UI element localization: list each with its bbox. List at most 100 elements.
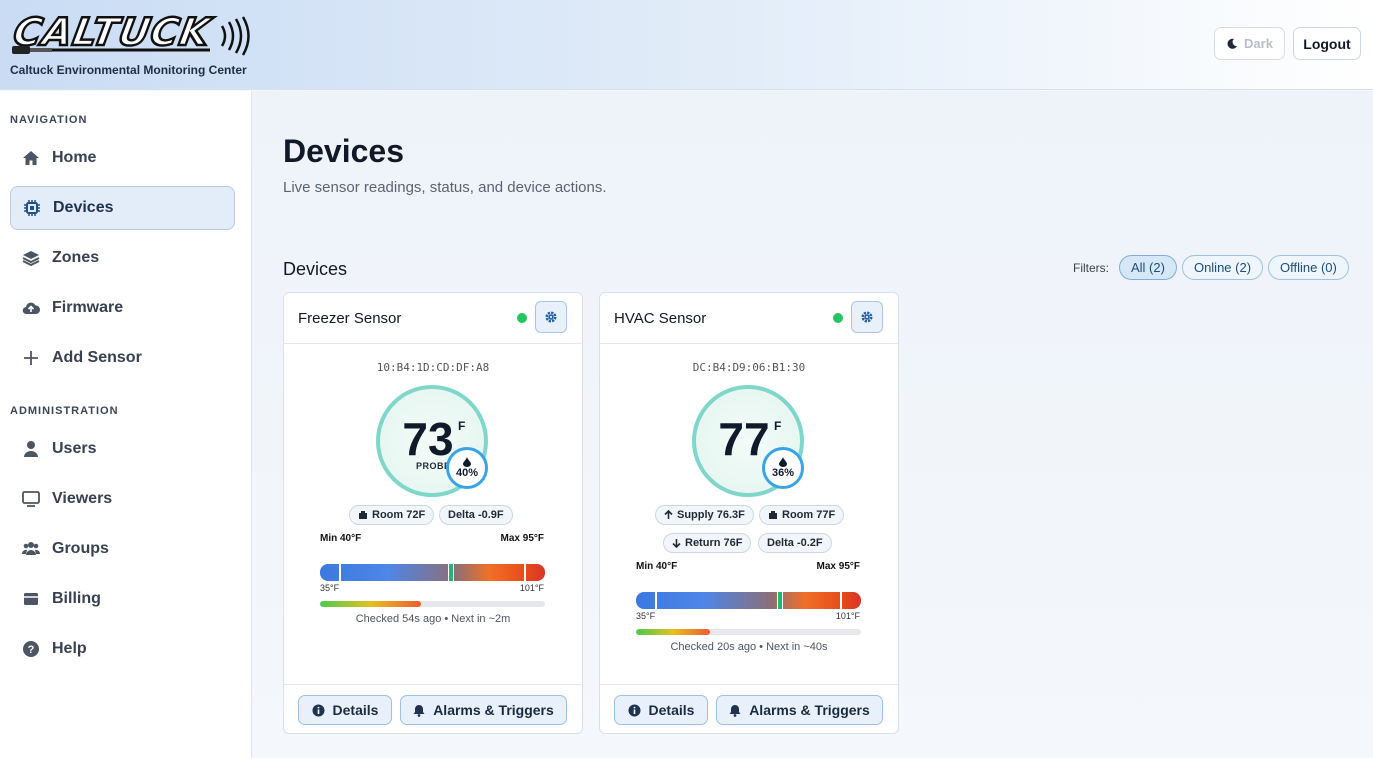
arrow-down-icon [672, 539, 681, 548]
sidebar-item-devices[interactable]: Devices [10, 186, 235, 230]
device-settings-button[interactable] [535, 301, 567, 333]
sidebar-item-users[interactable]: Users [10, 427, 235, 471]
svg-text:?: ? [28, 644, 35, 656]
sidebar-item-label: Help [52, 640, 87, 657]
device-name: Freezer Sensor [298, 310, 402, 327]
sidebar-item-label: Users [52, 440, 97, 457]
poll-progress-bar [636, 629, 861, 635]
sidebar-item-label: Devices [53, 199, 114, 216]
sidebar-item-label: Home [52, 149, 97, 166]
device-card-freezer: Freezer Sensor 10:B4:1D:CD:DF:A8 73 F PR… [283, 292, 583, 734]
alarms-triggers-button[interactable]: Alarms & Triggers [400, 695, 567, 725]
pill-text: Delta -0.2F [767, 537, 823, 549]
pill-text: Delta -0.9F [448, 509, 504, 521]
alarms-label: Alarms & Triggers [433, 702, 554, 718]
card-header: HVAC Sensor [600, 293, 898, 344]
max-label: Max 95°F [816, 561, 860, 572]
chip-icon [23, 199, 41, 217]
sidebar-item-add-sensor[interactable]: Add Sensor [10, 336, 235, 380]
page-subtitle: Live sensor readings, status, and device… [283, 179, 607, 196]
temperature-unit: F [774, 419, 782, 433]
alarms-triggers-button[interactable]: Alarms & Triggers [716, 695, 883, 725]
gear-icon [861, 311, 873, 323]
pill-text: Room 72F [372, 509, 426, 521]
temperature-unit: F [458, 419, 466, 433]
return-temp-pill: Return 76F [663, 533, 752, 553]
droplet-icon [779, 457, 787, 467]
pill-text: Return 76F [685, 537, 743, 549]
dark-mode-button[interactable]: Dark [1214, 27, 1285, 60]
humidity-badge: 40% [446, 447, 488, 489]
current-marker [448, 564, 454, 581]
device-mac: 10:B4:1D:CD:DF:A8 [376, 361, 490, 374]
min-label: Min 40°F [320, 533, 362, 544]
poll-progress-fill [636, 629, 711, 635]
filter-all-chip[interactable]: All (2) [1119, 255, 1177, 280]
device-card-hvac: HVAC Sensor DC:B4:D9:06:B1:30 77 F 36% S… [599, 292, 899, 734]
sidebar-item-zones[interactable]: Zones [10, 236, 235, 280]
app-header: CALTUCK Caltuck Environmental Monitoring… [0, 0, 1373, 90]
bell-icon [413, 704, 425, 717]
scale-max-label: 101°F [835, 611, 860, 621]
details-button[interactable]: Details [614, 695, 708, 725]
delta-pill: Delta -0.9F [439, 505, 513, 525]
scale-min-label: 35°F [636, 611, 656, 621]
details-label: Details [332, 702, 379, 718]
checked-status: Checked 54s ago • Next in ~2m [355, 613, 511, 625]
max-label: Max 95°F [500, 533, 544, 544]
humidity-value: 36% [771, 467, 795, 479]
droplet-icon [463, 457, 471, 467]
signal-waves-icon [220, 16, 250, 56]
details-button[interactable]: Details [298, 695, 392, 725]
cable-icon [12, 46, 210, 54]
alarms-label: Alarms & Triggers [749, 702, 870, 718]
min-marker [655, 592, 657, 609]
temperature-range-bar [320, 564, 545, 581]
sidebar-item-label: Zones [52, 249, 100, 266]
sidebar-item-home[interactable]: Home [10, 136, 235, 180]
card-footer: Details Alarms & Triggers [284, 684, 582, 735]
min-label: Min 40°F [636, 561, 678, 572]
building-icon [359, 511, 367, 519]
card-footer: Details Alarms & Triggers [600, 684, 898, 735]
bell-icon [729, 704, 741, 717]
online-status-dot [517, 313, 527, 323]
sidebar-item-billing[interactable]: Billing [10, 577, 235, 621]
temperature-gauge: 77 F 36% [692, 385, 804, 497]
building-icon [769, 511, 777, 519]
gear-icon [545, 311, 557, 323]
user-icon [22, 440, 40, 458]
dark-mode-label: Dark [1244, 36, 1273, 51]
device-settings-button[interactable] [851, 301, 883, 333]
filters-label: Filters: [1073, 260, 1109, 275]
sidebar-item-help[interactable]: ? Help [10, 627, 235, 671]
temperature-range-bar [636, 592, 861, 609]
home-icon [22, 149, 40, 167]
temperature-gauge: 73 F PROBE 40% [376, 385, 488, 497]
poll-progress-fill [320, 601, 422, 607]
filter-online-chip[interactable]: Online (2) [1181, 255, 1264, 280]
pill-text: Supply 76.3F [677, 509, 745, 521]
billing-icon [22, 590, 40, 608]
sidebar-item-groups[interactable]: Groups [10, 527, 235, 571]
online-status-dot [833, 313, 843, 323]
device-mac: DC:B4:D9:06:B1:30 [692, 361, 806, 374]
main-content: Devices Live sensor readings, status, an… [252, 91, 1373, 758]
page-title: Devices [283, 133, 404, 169]
filter-offline-chip[interactable]: Offline (0) [1268, 255, 1349, 280]
logout-button[interactable]: Logout [1293, 27, 1361, 60]
sidebar: NAVIGATION Home Devices Zones Firmware A… [0, 91, 252, 758]
max-marker [524, 564, 526, 581]
room-temp-pill: Room 72F [349, 505, 435, 525]
humidity-value: 40% [455, 467, 479, 479]
sidebar-item-viewers[interactable]: Viewers [10, 477, 235, 521]
humidity-badge: 36% [762, 447, 804, 489]
section-title: Devices [283, 259, 348, 279]
pill-text: Room 77F [782, 509, 836, 521]
scale-min-label: 35°F [320, 583, 340, 593]
caltuck-logo[interactable]: CALTUCK [9, 8, 250, 60]
sidebar-item-label: Firmware [52, 299, 124, 316]
filters-bar: Filters: All (2) Online (2) Offline (0) [1073, 255, 1349, 280]
sidebar-item-firmware[interactable]: Firmware [10, 286, 235, 330]
checked-status: Checked 20s ago • Next in ~40s [670, 641, 828, 653]
